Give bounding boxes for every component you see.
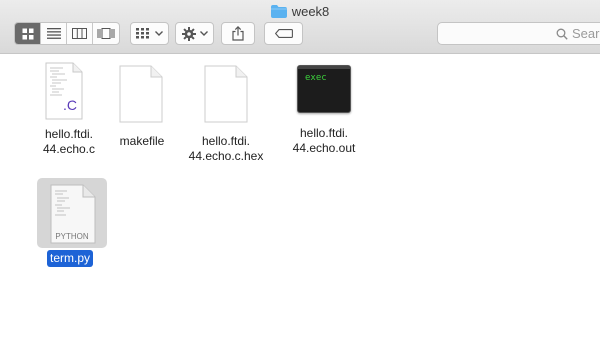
chevron-down-icon	[199, 31, 208, 36]
share-button[interactable]	[221, 22, 255, 45]
folder-icon	[270, 4, 287, 18]
search-placeholder: Sear	[572, 26, 600, 41]
chevron-down-icon	[155, 31, 163, 36]
python-badge: PYTHON	[55, 232, 89, 241]
file-name-line2: 44.echo.out	[292, 141, 356, 155]
search-icon	[556, 28, 568, 40]
window-title-text: week8	[291, 3, 330, 19]
window-toolbar: week8 Sear	[0, 0, 600, 54]
arrange-icon	[136, 28, 149, 39]
blank-document-icon	[119, 65, 163, 123]
file-name: hello.ftdi.	[44, 127, 94, 141]
gear-icon	[181, 26, 196, 41]
list-view-icon[interactable]	[41, 23, 67, 44]
file-name: makefile	[119, 134, 165, 148]
view-mode-control	[14, 22, 120, 45]
file-name-line2: 44.echo.c.hex	[188, 149, 264, 163]
arrange-button[interactable]	[130, 22, 169, 45]
tag-icon	[274, 29, 293, 38]
share-icon	[232, 26, 244, 41]
tag-button[interactable]	[264, 22, 303, 45]
file-name: hello.ftdi.	[201, 134, 251, 148]
window-title: week8	[0, 2, 600, 20]
file-name-line2: 44.echo.c	[42, 142, 96, 156]
file-name: hello.ftdi.	[299, 126, 349, 140]
executable-icon: exec	[297, 65, 351, 113]
blank-document-icon	[204, 65, 248, 123]
c-file-badge: .C	[63, 97, 77, 113]
file-name-selected[interactable]: term.py	[47, 250, 94, 267]
action-button[interactable]	[175, 22, 214, 45]
search-field[interactable]: Sear	[437, 22, 600, 45]
icon-view-icon[interactable]	[15, 23, 41, 44]
cover-flow-icon[interactable]	[93, 23, 119, 44]
exec-label: exec	[305, 73, 327, 83]
column-view-icon[interactable]	[67, 23, 93, 44]
